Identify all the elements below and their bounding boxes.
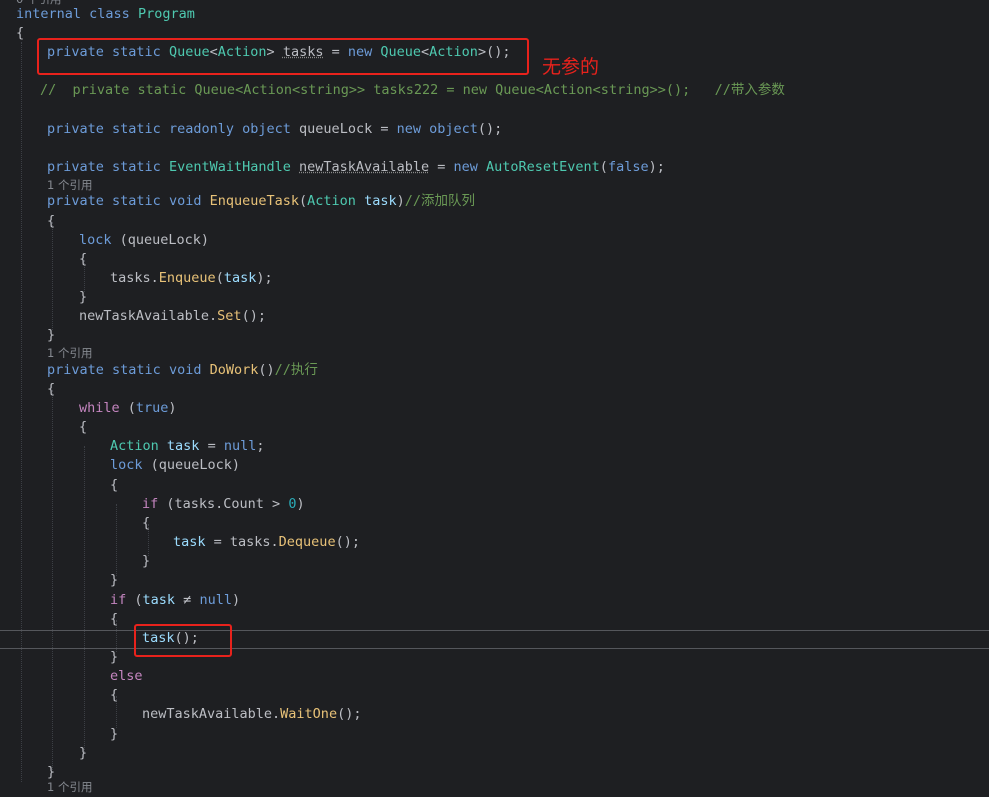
code-line-enqueue-method: private static void EnqueueTask(Action t…	[47, 193, 476, 209]
enqueue-close-brace: }	[47, 327, 56, 343]
annotation-label: 无参的	[542, 56, 600, 78]
else-close-brace: }	[110, 726, 119, 742]
code-lens-refs[interactable]: 1 个引用	[47, 778, 92, 797]
lock-close-brace: }	[79, 289, 88, 305]
class-open-brace: {	[16, 25, 25, 41]
code-editor[interactable]: 0 个引用 internal class Program { private s…	[0, 0, 989, 794]
code-line-event-field: private static EventWaitHandle newTaskAv…	[47, 159, 665, 175]
code-line-lock-stmt: lock (queueLock)	[79, 232, 210, 248]
code-line-commented-queue: // private static Queue<Action<string>> …	[40, 82, 785, 98]
highlight-box-queue-field	[37, 38, 529, 75]
else-open-brace: {	[110, 687, 119, 703]
code-line-action-task: Action task = null;	[110, 438, 265, 454]
code-line-dequeue: task = tasks.Dequeue();	[173, 534, 360, 550]
code-line-else: else	[110, 668, 143, 684]
lock-open-brace: {	[79, 251, 88, 267]
code-line-lock-stmt-2: lock (queueLock)	[110, 457, 241, 473]
code-line-waitone: newTaskAvailable.WaitOne();	[142, 706, 362, 722]
code-line-if-count: if (tasks.Count > 0)	[142, 496, 305, 512]
enqueue-open-brace: {	[47, 213, 56, 229]
code-line-while: while (true)	[79, 400, 177, 416]
dowork-open-brace: {	[47, 381, 56, 397]
code-line-set-call: newTaskAvailable.Set();	[79, 308, 266, 324]
if-count-open-brace: {	[142, 515, 151, 531]
lock2-open-brace: {	[110, 477, 119, 493]
code-line-if-null: if (task ≠ null)	[110, 592, 241, 608]
indent-guide	[84, 446, 85, 752]
if-null-close-brace: }	[110, 649, 119, 665]
code-line-lock-field: private static readonly object queueLock…	[47, 121, 503, 137]
while-close-brace: }	[79, 745, 88, 761]
if-count-close-brace: }	[142, 553, 151, 569]
if-null-open-brace: {	[110, 611, 119, 627]
while-open-brace: {	[79, 419, 88, 435]
indent-guide	[116, 504, 117, 576]
code-line-enqueue-call: tasks.Enqueue(task);	[110, 270, 273, 286]
lock2-close-brace: }	[110, 572, 119, 588]
code-line-dowork-method: private static void DoWork()//执行	[47, 362, 318, 378]
class-declaration: internal class Program	[16, 6, 195, 22]
indent-guide	[21, 42, 22, 782]
indent-guide	[52, 222, 53, 330]
highlight-box-task-call	[134, 624, 232, 657]
indent-guide	[52, 390, 53, 770]
